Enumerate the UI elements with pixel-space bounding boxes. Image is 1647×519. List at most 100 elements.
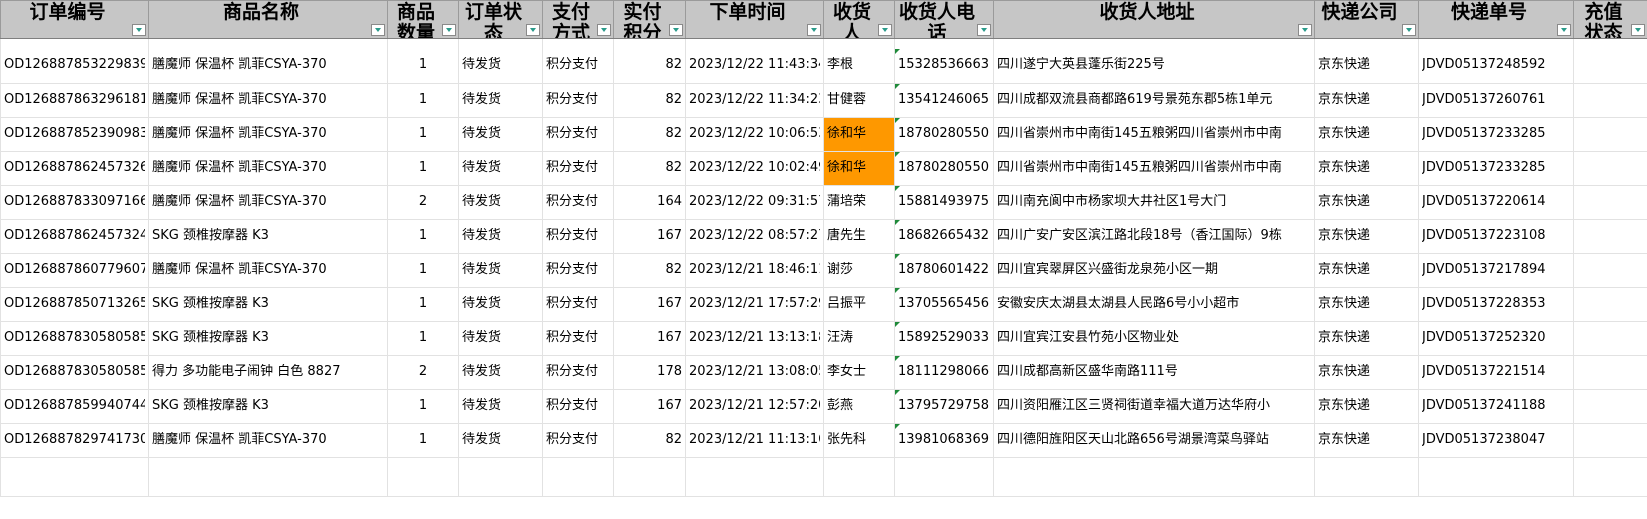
cell-phone[interactable]: 18780280550 (894, 151, 994, 186)
cell-phone[interactable]: 15892529033 (894, 321, 994, 356)
cell-qty[interactable]: 2 (387, 355, 459, 390)
cell-qty[interactable]: 1 (387, 253, 459, 288)
cell-payment[interactable]: 积分支付 (542, 117, 614, 152)
cell-courier[interactable]: 京东快递 (1314, 151, 1419, 186)
cell-tracking[interactable]: JDVD05137233285 (1418, 151, 1574, 186)
empty-cell[interactable] (1573, 457, 1647, 497)
filter-dropdown-icon[interactable] (597, 24, 611, 36)
cell-product[interactable]: 膳魔师 保温杯 凯菲CSYA-370 (148, 83, 388, 118)
cell-address[interactable]: 四川省崇州市中南街145五粮粥四川省崇州市中南 (993, 151, 1315, 186)
cell-recharge[interactable] (1573, 287, 1647, 322)
cell-address[interactable]: 四川遂宁大英县蓬乐街225号 (993, 49, 1315, 84)
cell-status[interactable]: 待发货 (458, 117, 543, 152)
cell-time[interactable]: 2023/12/21 11:13:16 (685, 423, 824, 458)
cell-recharge[interactable] (1573, 83, 1647, 118)
cell-receiver[interactable]: 彭燕 (823, 389, 895, 424)
cell-product[interactable]: 膳魔师 保温杯 凯菲CSYA-370 (148, 423, 388, 458)
header-status[interactable]: 订单状态 (458, 0, 543, 39)
empty-cell[interactable] (685, 38, 824, 49)
empty-cell[interactable] (148, 38, 388, 49)
header-recharge[interactable]: 充值状态 (1573, 0, 1647, 39)
cell-time[interactable]: 2023/12/22 10:06:53 (685, 117, 824, 152)
cell-phone[interactable]: 15328536663 (894, 49, 994, 84)
cell-payment[interactable]: 积分支付 (542, 151, 614, 186)
filter-dropdown-icon[interactable] (132, 24, 146, 36)
empty-cell[interactable] (1418, 38, 1574, 49)
filter-dropdown-icon[interactable] (977, 24, 991, 36)
cell-phone[interactable]: 13981068369 (894, 423, 994, 458)
cell-qty[interactable]: 1 (387, 389, 459, 424)
cell-points[interactable]: 178 (613, 355, 686, 390)
cell-order-id[interactable]: OD1268878507132654 (0, 287, 149, 322)
cell-tracking[interactable]: JDVD05137248592 (1418, 49, 1574, 84)
header-order-id[interactable]: 订单编号 (0, 0, 149, 39)
cell-qty[interactable]: 2 (387, 185, 459, 220)
cell-tracking[interactable]: JDVD05137241188 (1418, 389, 1574, 424)
cell-time[interactable]: 2023/12/21 12:57:20 (685, 389, 824, 424)
empty-cell[interactable] (458, 457, 543, 497)
cell-points[interactable]: 164 (613, 185, 686, 220)
empty-cell[interactable] (894, 38, 994, 49)
cell-receiver[interactable]: 甘健蓉 (823, 83, 895, 118)
cell-receiver[interactable]: 唐先生 (823, 219, 895, 254)
cell-points[interactable]: 82 (613, 49, 686, 84)
cell-status[interactable]: 待发货 (458, 423, 543, 458)
empty-cell[interactable] (148, 457, 388, 497)
cell-status[interactable]: 待发货 (458, 287, 543, 322)
empty-cell[interactable] (613, 457, 686, 497)
cell-receiver[interactable]: 汪涛 (823, 321, 895, 356)
cell-status[interactable]: 待发货 (458, 389, 543, 424)
cell-phone[interactable]: 18682665432 (894, 219, 994, 254)
cell-status[interactable]: 待发货 (458, 185, 543, 220)
cell-points[interactable]: 82 (613, 117, 686, 152)
cell-courier[interactable]: 京东快递 (1314, 117, 1419, 152)
cell-status[interactable]: 待发货 (458, 321, 543, 356)
cell-recharge[interactable] (1573, 117, 1647, 152)
cell-tracking[interactable]: JDVD05137238047 (1418, 423, 1574, 458)
cell-recharge[interactable] (1573, 423, 1647, 458)
cell-recharge[interactable] (1573, 321, 1647, 356)
cell-qty[interactable]: 1 (387, 219, 459, 254)
empty-cell[interactable] (1314, 38, 1419, 49)
cell-product[interactable]: 得力 多功能电子闹钟 白色 8827 (148, 355, 388, 390)
cell-order-id[interactable]: OD1268878330971663 (0, 185, 149, 220)
cell-qty[interactable]: 1 (387, 287, 459, 322)
cell-points[interactable]: 82 (613, 83, 686, 118)
empty-cell[interactable] (542, 457, 614, 497)
cell-recharge[interactable] (1573, 389, 1647, 424)
cell-courier[interactable]: 京东快递 (1314, 287, 1419, 322)
header-courier[interactable]: 快递公司 (1314, 0, 1419, 39)
cell-receiver[interactable]: 李根 (823, 49, 895, 84)
cell-receiver[interactable]: 吕振平 (823, 287, 895, 322)
header-tracking[interactable]: 快递单号 (1418, 0, 1574, 39)
cell-payment[interactable]: 积分支付 (542, 219, 614, 254)
header-payment[interactable]: 支付方式 (542, 0, 614, 39)
cell-order-id[interactable]: OD1268878607796078 (0, 253, 149, 288)
cell-status[interactable]: 待发货 (458, 49, 543, 84)
empty-cell[interactable] (823, 38, 895, 49)
cell-order-id[interactable]: OD1268878624573267 (0, 151, 149, 186)
cell-qty[interactable]: 1 (387, 321, 459, 356)
header-time[interactable]: 下单时间 (685, 0, 824, 39)
cell-time[interactable]: 2023/12/22 09:31:57 (685, 185, 824, 220)
cell-tracking[interactable]: JDVD05137233285 (1418, 117, 1574, 152)
cell-product[interactable]: SKG 颈椎按摩器 K3 (148, 219, 388, 254)
cell-payment[interactable]: 积分支付 (542, 253, 614, 288)
cell-address[interactable]: 四川成都高新区盛华南路111号 (993, 355, 1315, 390)
empty-cell[interactable] (387, 38, 459, 49)
empty-cell[interactable] (613, 38, 686, 49)
header-phone[interactable]: 收货人电话 (894, 0, 994, 39)
cell-status[interactable]: 待发货 (458, 83, 543, 118)
cell-status[interactable]: 待发货 (458, 151, 543, 186)
cell-time[interactable]: 2023/12/21 13:13:18 (685, 321, 824, 356)
header-address[interactable]: 收货人地址 (993, 0, 1315, 39)
filter-dropdown-icon[interactable] (1298, 24, 1312, 36)
cell-payment[interactable]: 积分支付 (542, 321, 614, 356)
cell-points[interactable]: 82 (613, 423, 686, 458)
cell-receiver-highlighted[interactable]: 徐和华 (823, 117, 895, 152)
cell-payment[interactable]: 积分支付 (542, 355, 614, 390)
cell-order-id[interactable]: OD1268878305805855 (0, 355, 149, 390)
cell-payment[interactable]: 积分支付 (542, 49, 614, 84)
cell-phone[interactable]: 18780280550 (894, 117, 994, 152)
cell-receiver[interactable]: 李女士 (823, 355, 895, 390)
